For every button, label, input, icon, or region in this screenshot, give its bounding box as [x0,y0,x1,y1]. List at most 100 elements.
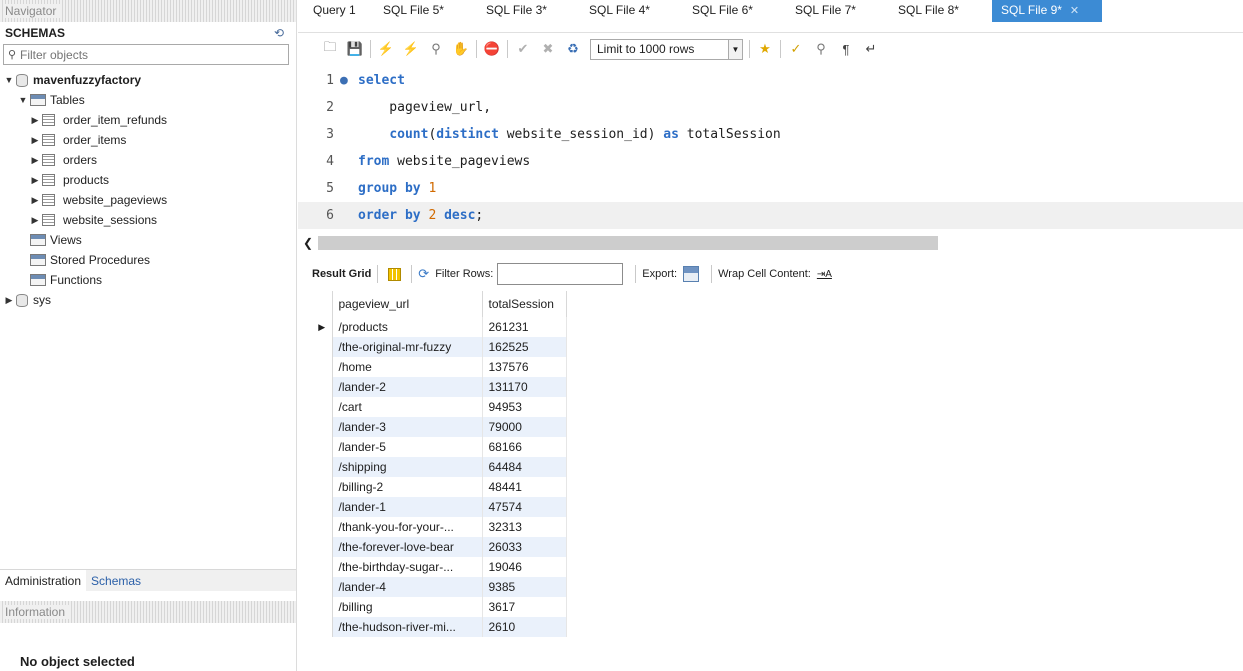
cell-pageview-url[interactable]: /the-forever-love-bear [332,537,483,557]
tab-sql-file-3[interactable]: SQL File 3* [477,0,572,22]
scroll-left-icon[interactable]: ❮ [298,236,318,250]
cell-total-session[interactable]: 9385 [482,577,567,597]
collapse-arrow-icon[interactable]: ▶ [30,210,40,230]
invisible-chars-icon[interactable]: ¶ [838,41,854,57]
row-indicator[interactable] [312,497,333,517]
row-indicator[interactable] [312,437,333,457]
table-row[interactable]: /home 137576 [312,357,567,377]
cell-total-session[interactable]: 32313 [482,517,567,537]
add-snippet-icon[interactable]: ★ [757,41,773,57]
limit-rows-select[interactable]: Limit to 1000 rows ▼ [590,38,743,60]
cell-pageview-url[interactable]: /lander-1 [332,497,483,517]
table-item[interactable]: ▶ website_pageviews [0,190,296,210]
cell-total-session[interactable]: 64484 [482,457,567,477]
table-row[interactable]: /the-birthday-sugar-... 19046 [312,557,567,577]
table-row[interactable]: /the-hudson-river-mi... 2610 [312,617,567,637]
tab-sql-file-7[interactable]: SQL File 7* [786,0,881,22]
cell-total-session[interactable]: 94953 [482,397,567,417]
row-indicator[interactable] [312,377,333,397]
wrap-cell-icon[interactable]: ⇥A [817,269,832,280]
row-indicator[interactable] [312,597,333,617]
row-indicator[interactable] [312,417,333,437]
table-item[interactable]: ▶ order_item_refunds [0,110,296,130]
chevron-down-icon[interactable]: ▼ [728,39,742,59]
table-row[interactable]: /billing-2 48441 [312,477,567,497]
cell-total-session[interactable]: 261231 [482,317,567,337]
collapse-arrow-icon[interactable]: ▶ [30,170,40,190]
table-row[interactable]: /the-original-mr-fuzzy 162525 [312,337,567,357]
row-indicator[interactable] [312,617,333,637]
save-icon[interactable]: 💾 [347,41,363,57]
cell-pageview-url[interactable]: /billing-2 [332,477,483,497]
row-indicator[interactable] [312,337,333,357]
row-indicator[interactable] [312,477,333,497]
collapse-arrow-icon[interactable]: ▶ [30,130,40,150]
cell-total-session[interactable]: 48441 [482,477,567,497]
expand-arrow-icon[interactable]: ▼ [4,70,14,90]
stored-procedures-node[interactable]: Stored Procedures [0,250,296,270]
views-node[interactable]: Views [0,230,296,250]
tab-query-1[interactable]: Query 1 [304,0,366,22]
collapse-arrow-icon[interactable]: ▶ [30,190,40,210]
cell-pageview-url[interactable]: /billing [332,597,483,617]
rollback-icon[interactable]: ✖ [540,41,556,57]
table-item[interactable]: ▶ website_sessions [0,210,296,230]
close-tab-icon[interactable]: ✕ [1070,5,1079,17]
commit-icon[interactable]: ✔ [515,41,531,57]
cell-pageview-url[interactable]: /lander-3 [332,417,483,437]
tab-administration[interactable]: Administration [0,570,87,591]
filter-rows-input[interactable] [497,263,624,285]
row-indicator[interactable] [312,357,333,377]
table-row[interactable]: /the-forever-love-bear 26033 [312,537,567,557]
cell-pageview-url[interactable]: /the-original-mr-fuzzy [332,337,483,357]
tables-node[interactable]: ▼ Tables [0,90,296,110]
cell-total-session[interactable]: 68166 [482,437,567,457]
grid-view-icon[interactable] [388,267,402,281]
collapse-arrow-icon[interactable]: ▶ [30,110,40,130]
row-indicator[interactable] [312,557,333,577]
row-indicator[interactable] [312,577,333,597]
collapse-arrow-icon[interactable]: ▶ [4,290,14,310]
cell-total-session[interactable]: 131170 [482,377,567,397]
table-row[interactable]: /billing 3617 [312,597,567,617]
autocommit-icon[interactable]: ♻ [565,41,581,57]
row-indicator[interactable] [312,457,333,477]
table-row[interactable]: /cart 94953 [312,397,567,417]
explain-icon[interactable]: ⚲ [428,41,444,57]
sql-code-editor[interactable]: 1 ● select 2 pageview_url, 3 count(distinc… [298,67,1243,229]
functions-node[interactable]: Functions [0,270,296,290]
beautify-icon[interactable]: ✓ [788,41,804,57]
word-wrap-icon[interactable]: ↵ [863,41,879,57]
row-indicator[interactable] [312,537,333,557]
cell-total-session[interactable]: 26033 [482,537,567,557]
table-item[interactable]: ▶ orders [0,150,296,170]
cell-total-session[interactable]: 2610 [482,617,567,637]
filter-objects-input[interactable] [20,47,280,62]
cell-pageview-url[interactable]: /thank-you-for-your-... [332,517,483,537]
tab-sql-file-5[interactable]: SQL File 5* [374,0,469,22]
column-header[interactable]: totalSession [482,291,567,317]
cell-total-session[interactable]: 19046 [482,557,567,577]
table-row[interactable]: /shipping 64484 [312,457,567,477]
cell-total-session[interactable]: 137576 [482,357,567,377]
table-row[interactable]: /thank-you-for-your-... 32313 [312,517,567,537]
cell-pageview-url[interactable]: /the-hudson-river-mi... [332,617,483,637]
cell-total-session[interactable]: 162525 [482,337,567,357]
stop-icon[interactable]: ✋ [453,41,469,57]
schema-node-sys[interactable]: ▶ sys [0,290,296,310]
export-icon[interactable] [683,266,700,282]
table-row[interactable]: /lander-1 47574 [312,497,567,517]
execute-icon[interactable]: ⚡ [378,41,394,57]
cell-total-session[interactable]: 79000 [482,417,567,437]
current-row-arrow-icon[interactable]: ▶ [312,317,333,337]
horizontal-scrollbar[interactable]: ❮ [298,235,1243,251]
column-header[interactable]: pageview_url [332,291,483,317]
table-row[interactable]: /lander-3 79000 [312,417,567,437]
tab-schemas[interactable]: Schemas [86,570,146,591]
table-row[interactable]: /lander-5 68166 [312,437,567,457]
row-indicator[interactable] [312,517,333,537]
cell-pageview-url[interactable]: /products [332,317,483,337]
table-row[interactable]: ▶/products 261231 [312,317,567,337]
refresh-icon[interactable]: ⟲ [274,26,284,40]
cell-pageview-url[interactable]: /lander-5 [332,437,483,457]
